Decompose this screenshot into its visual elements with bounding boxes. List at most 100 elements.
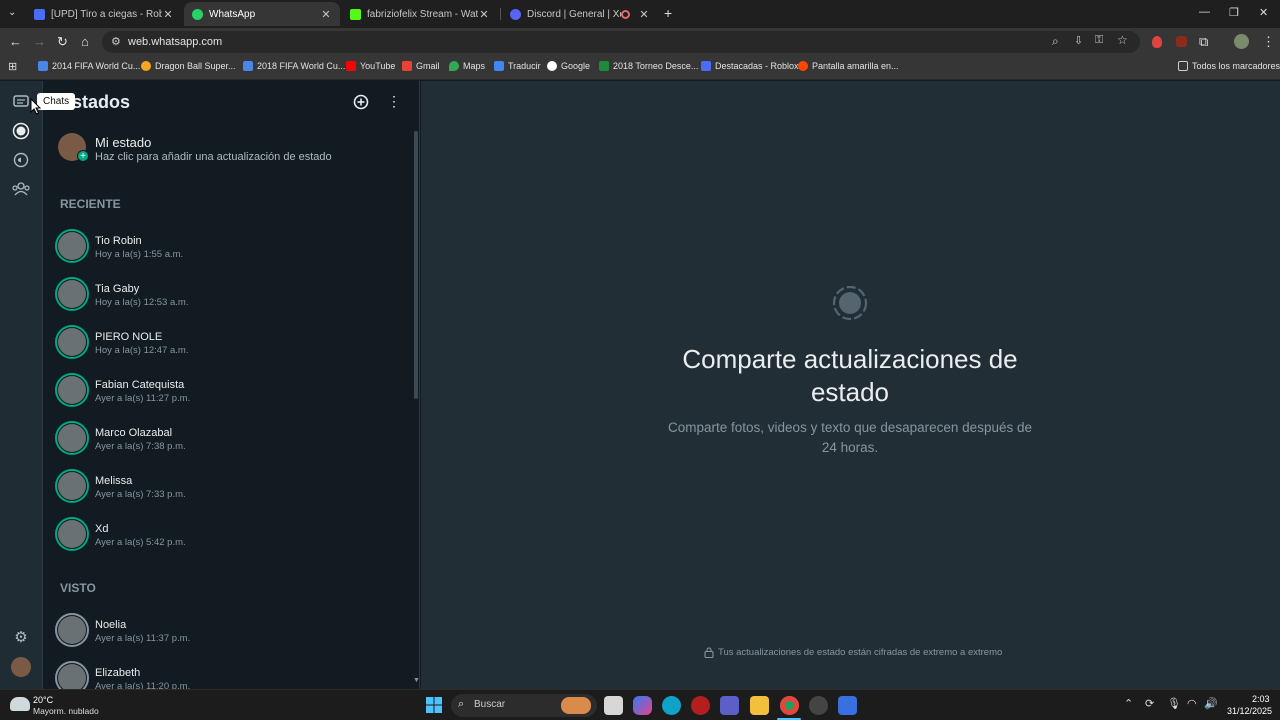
- chrome-icon[interactable]: [780, 696, 799, 715]
- bookmark-item[interactable]: Gmail: [402, 61, 440, 71]
- site-info-icon[interactable]: ⚙: [111, 35, 121, 48]
- apps-grid-icon[interactable]: ⊞: [8, 60, 17, 73]
- communities-nav-button[interactable]: [10, 178, 32, 200]
- reload-icon[interactable]: ↻: [57, 34, 68, 50]
- bookmark-item[interactable]: YouTube: [346, 61, 395, 71]
- panel-menu-icon[interactable]: ⋮: [387, 93, 401, 110]
- home-icon[interactable]: ⌂: [81, 34, 89, 50]
- settings-gear-icon[interactable]: ⚙: [10, 626, 32, 648]
- status-row[interactable]: Melissa Ayer a la(s) 7:33 p.m.: [43, 469, 413, 515]
- status-time: Ayer a la(s) 5:42 p.m.: [95, 537, 186, 548]
- bookmark-star-icon[interactable]: ☆: [1117, 33, 1128, 47]
- nav-rail: ⚙: [0, 81, 43, 689]
- bookmark-item[interactable]: Traducir: [494, 61, 541, 71]
- tray-sync-icon[interactable]: ⟳: [1145, 697, 1154, 710]
- browser-menu-icon[interactable]: ⋮: [1262, 34, 1275, 50]
- encryption-note: Tus actualizaciones de estado están cifr…: [704, 647, 1002, 658]
- tab-discord[interactable]: Discord | General | Xddd ✕: [502, 2, 658, 26]
- status-time: Hoy a la(s) 12:47 a.m.: [95, 345, 189, 356]
- channels-nav-button[interactable]: [10, 149, 32, 171]
- tab-whatsapp[interactable]: WhatsApp ✕: [184, 2, 340, 26]
- volume-icon[interactable]: 🔊: [1204, 697, 1218, 710]
- roblox-studio-icon[interactable]: [838, 696, 857, 715]
- edge-icon[interactable]: [662, 696, 681, 715]
- contact-avatar: [58, 520, 86, 548]
- windows-start-icon[interactable]: [426, 697, 442, 713]
- restore-icon[interactable]: ❐: [1229, 6, 1239, 19]
- minimize-icon[interactable]: —: [1199, 6, 1210, 18]
- bookmark-item[interactable]: Pantalla amarilla en...: [798, 61, 899, 71]
- tab-close-icon[interactable]: ✕: [162, 8, 174, 21]
- reddit-icon: [798, 61, 808, 71]
- bookmark-item[interactable]: Destacadas - Roblox: [701, 61, 799, 71]
- status-row[interactable]: Tio Robin Hoy a la(s) 1:55 a.m.: [43, 229, 413, 275]
- file-explorer-icon[interactable]: [750, 696, 769, 715]
- bookmark-item[interactable]: Maps: [449, 61, 485, 71]
- bookmark-item[interactable]: Google: [547, 61, 590, 71]
- status-row[interactable]: Marco Olazabal Ayer a la(s) 7:38 p.m.: [43, 421, 413, 467]
- install-app-icon[interactable]: ⇩: [1074, 34, 1083, 47]
- scroll-down-icon[interactable]: ▼: [413, 677, 420, 684]
- contact-avatar: [58, 328, 86, 356]
- weather-temp[interactable]: 20°C: [33, 695, 53, 705]
- tab-title: fabriziofelix Stream - Watch Liv: [367, 8, 478, 20]
- weather-desc[interactable]: Mayorm. nublado: [33, 706, 99, 716]
- extension-flame-icon[interactable]: [1152, 36, 1162, 48]
- window-close-icon[interactable]: ✕: [1259, 6, 1268, 19]
- extensions-puzzle-icon[interactable]: ⧉: [1199, 34, 1208, 50]
- tab-kick-stream[interactable]: fabriziofelix Stream - Watch Liv ✕: [342, 2, 498, 26]
- wifi-icon[interactable]: ◠: [1187, 697, 1197, 710]
- status-row[interactable]: Noelia Ayer a la(s) 11:37 p.m.: [43, 613, 413, 659]
- task-view-icon[interactable]: [604, 696, 623, 715]
- zoom-search-icon[interactable]: ⌕: [1052, 34, 1059, 49]
- profile-avatar[interactable]: [1234, 34, 1249, 49]
- translate-icon: [494, 61, 504, 71]
- steam-icon[interactable]: [809, 696, 828, 715]
- game-app-icon[interactable]: [691, 696, 710, 715]
- teams-icon[interactable]: [720, 696, 739, 715]
- bookmark-item[interactable]: 2018 Torneo Desce...: [599, 61, 698, 71]
- status-row[interactable]: Xd Ayer a la(s) 5:42 p.m.: [43, 517, 413, 563]
- tab-title: [UPD] Tiro a ciegas - Roblox: [51, 8, 162, 20]
- tab-close-icon[interactable]: ✕: [638, 8, 650, 21]
- status-row[interactable]: Tia Gaby Hoy a la(s) 12:53 a.m.: [43, 277, 413, 323]
- clock-time[interactable]: 2:03: [1252, 694, 1270, 704]
- panel-scrollbar[interactable]: [414, 131, 418, 399]
- chats-tooltip: Chats: [37, 93, 76, 110]
- bookmark-label: Gmail: [416, 61, 440, 71]
- taskbar-search[interactable]: ⌕ Buscar: [451, 694, 597, 717]
- bookmark-label: 2018 Torneo Desce...: [613, 61, 699, 71]
- bookmark-label: Todos los marcadores: [1192, 61, 1280, 71]
- forward-icon[interactable]: →: [33, 34, 46, 50]
- bookmark-item[interactable]: 2018 FIFA World Cu...: [243, 61, 345, 71]
- tab-close-icon[interactable]: ✕: [320, 8, 332, 21]
- new-tab-icon[interactable]: +: [664, 5, 672, 21]
- encryption-text: Tus actualizaciones de estado están cifr…: [718, 647, 1003, 658]
- my-status-row[interactable]: + Mi estado Haz clic para añadir una act…: [43, 129, 413, 169]
- bookmark-label: Pantalla amarilla en...: [812, 61, 899, 71]
- status-row[interactable]: PIERO NOLE Hoy a la(s) 12:47 a.m.: [43, 325, 413, 371]
- chats-nav-button[interactable]: [10, 91, 32, 113]
- add-status-icon[interactable]: [353, 94, 369, 110]
- status-row[interactable]: Fabian Catequista Ayer a la(s) 11:27 p.m.: [43, 373, 413, 419]
- clock-date[interactable]: 31/12/2025: [1227, 706, 1272, 716]
- tab-search-icon[interactable]: ⌄: [8, 7, 16, 18]
- back-icon[interactable]: ←: [9, 34, 22, 50]
- tab-roblox[interactable]: [UPD] Tiro a ciegas - Roblox ✕: [26, 2, 182, 26]
- profile-avatar[interactable]: [11, 657, 31, 677]
- bookmark-item[interactable]: Dragon Ball Super...: [141, 61, 236, 71]
- status-nav-button[interactable]: [10, 120, 32, 142]
- tab-close-icon[interactable]: ✕: [478, 8, 490, 21]
- address-bar[interactable]: ⚙ web.whatsapp.com ⌕ ⇩ ⚿ ☆: [102, 31, 1140, 53]
- password-key-icon[interactable]: ⚿: [1095, 34, 1103, 47]
- copilot-icon[interactable]: [633, 696, 652, 715]
- all-bookmarks[interactable]: Todos los marcadores: [1178, 61, 1280, 71]
- contact-avatar: [58, 232, 86, 260]
- weather-cloud-icon[interactable]: [10, 697, 30, 711]
- tray-expand-icon[interactable]: ⌃: [1124, 697, 1133, 710]
- address-url[interactable]: web.whatsapp.com: [128, 36, 222, 48]
- bookmark-favicon-icon: [599, 61, 609, 71]
- microphone-icon[interactable]: 🎙: [1167, 697, 1181, 710]
- extension-shield-icon[interactable]: [1176, 36, 1187, 47]
- bookmark-item[interactable]: 2014 FIFA World Cu...: [38, 61, 140, 71]
